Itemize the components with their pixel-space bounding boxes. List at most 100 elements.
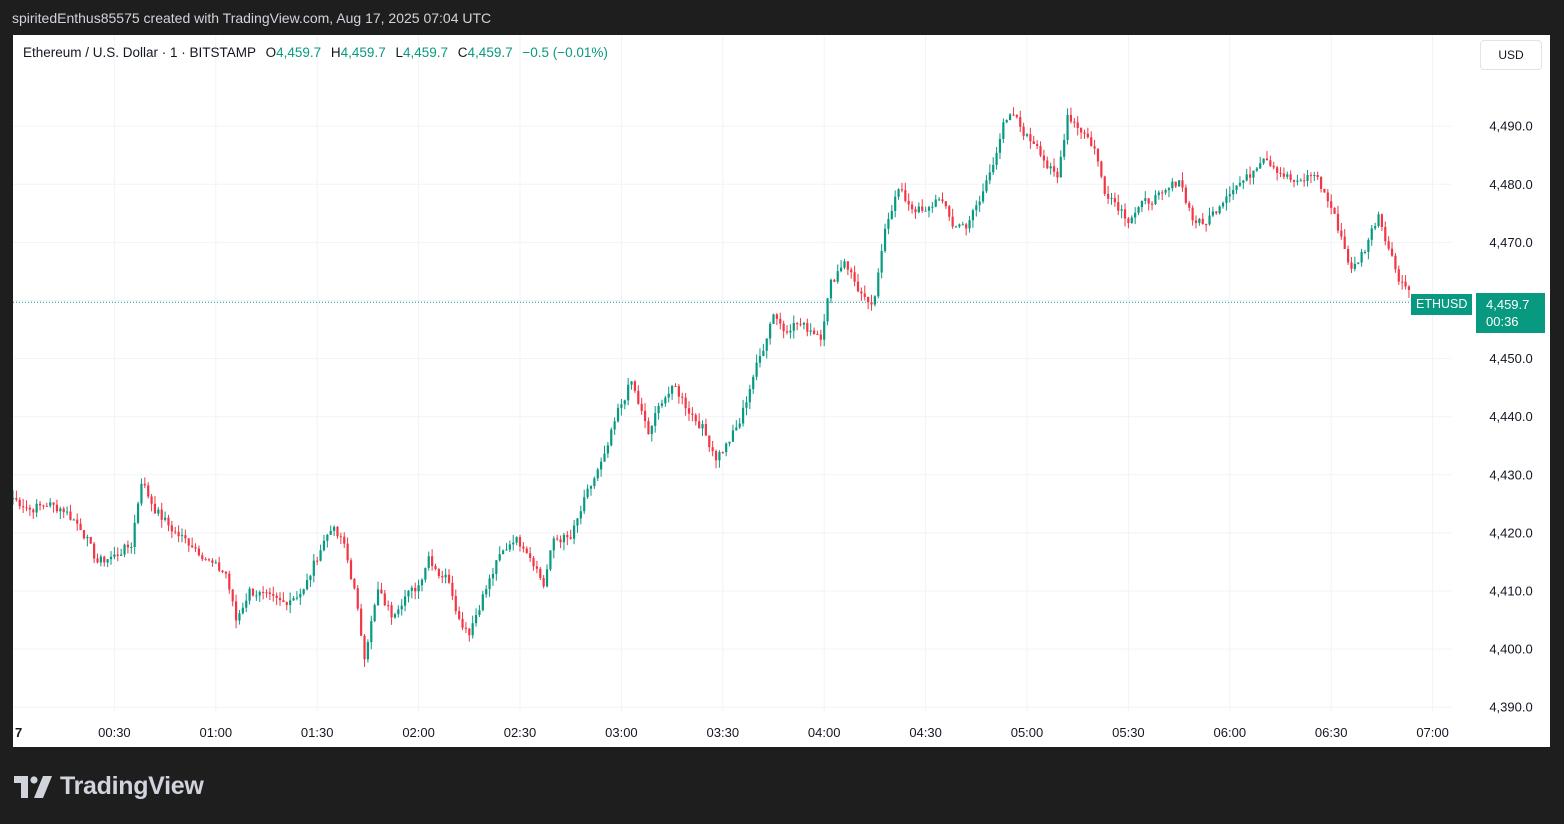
candle-body [491, 573, 495, 579]
last-price-value: 4,459.7 [1486, 297, 1530, 312]
candle-body [93, 543, 96, 559]
candle-body [1279, 172, 1282, 174]
tradingview-logo-icon [14, 775, 52, 798]
candle-body [1052, 166, 1056, 172]
candle-body [1245, 174, 1248, 181]
candle-body [1191, 207, 1194, 221]
candle-body [150, 496, 153, 504]
candle-body [353, 578, 356, 589]
candle-body [1039, 146, 1042, 156]
high-label: H [330, 45, 341, 60]
candlestick-chart[interactable]: 4,390.0 4,400.0 4,410.0 4,420.0 4,430.0 4,440… [13, 35, 1550, 747]
candle-body [620, 404, 623, 408]
candle-body [1276, 167, 1279, 173]
time-tick-label: 03:00 [605, 725, 638, 740]
candle-body [1056, 171, 1059, 178]
candle-body [363, 635, 366, 660]
symbol-name[interactable]: Ethereum / U.S. Dollar · 1 · BITSTAMP [23, 45, 256, 60]
candle-body [748, 389, 751, 403]
candle-body [349, 560, 353, 579]
candle-body [106, 559, 109, 563]
price-tick-label: 4,480.0 [1489, 177, 1532, 192]
candle-body [1397, 269, 1400, 282]
time-tick-label: 03:30 [707, 725, 740, 740]
candle-body [116, 554, 119, 556]
candle-body [218, 562, 221, 571]
candle-body [15, 498, 18, 500]
candle-body [616, 407, 620, 422]
candle-body [927, 207, 931, 211]
candle-body [1347, 248, 1350, 263]
candle-body [248, 588, 251, 601]
candle-body [1157, 192, 1160, 196]
candle-body [687, 408, 691, 414]
candle-body [1377, 214, 1380, 227]
candle-body [1286, 174, 1289, 177]
candle-layer [13, 107, 1411, 668]
candle-body [640, 403, 643, 411]
candle-body [25, 507, 28, 509]
candle-body [383, 593, 386, 606]
candle-body [28, 507, 31, 510]
candle-body [1140, 200, 1144, 208]
candle-body [326, 534, 329, 541]
candle-body [1374, 226, 1377, 229]
candle-body [464, 627, 468, 629]
price-tick-label: 4,410.0 [1489, 584, 1532, 599]
candle-body [833, 279, 836, 282]
candle-body [660, 403, 664, 406]
candle-body [414, 587, 417, 592]
candle-body [109, 556, 113, 560]
candle-body [1107, 193, 1110, 199]
candle-body [775, 314, 778, 319]
candle-body [49, 502, 52, 506]
candle-body [1384, 226, 1387, 242]
candle-body [1387, 241, 1390, 249]
candle-body [1036, 144, 1039, 147]
chart-frame[interactable]: 4,390.0 4,400.0 4,410.0 4,420.0 4,430.0 4,440… [13, 35, 1550, 747]
candle-body [370, 621, 373, 643]
price-tick-label: 4,420.0 [1489, 525, 1532, 540]
candle-body [113, 554, 116, 557]
candle-body [1238, 182, 1242, 186]
candle-body [143, 483, 146, 486]
candle-body [272, 594, 275, 596]
time-tick-label: 00:30 [98, 725, 131, 740]
candle-body [1404, 281, 1407, 287]
candle-body [755, 362, 758, 377]
candle-body [1063, 140, 1066, 157]
candle-body [228, 573, 231, 590]
candle-body [1248, 174, 1252, 178]
candle-body [1235, 185, 1238, 191]
candle-body [1218, 206, 1221, 214]
symbol-legend[interactable]: Ethereum / U.S. Dollar · 1 · BITSTAMP O4… [23, 45, 608, 60]
candle-body [579, 511, 582, 519]
price-tick-label: 4,400.0 [1489, 642, 1532, 657]
candle-body [1215, 211, 1218, 214]
candle-body [1316, 174, 1319, 178]
candle-body [1042, 155, 1045, 161]
candle-body [305, 580, 309, 590]
candle-body [427, 556, 430, 568]
candle-body [1188, 202, 1191, 208]
candle-body [59, 508, 62, 512]
candle-body [262, 592, 265, 594]
candle-body [1394, 255, 1397, 270]
candle-body [789, 330, 792, 333]
candle-body [498, 554, 501, 561]
candle-body [539, 568, 542, 579]
open-label: O [265, 45, 277, 60]
candle-body [1025, 134, 1029, 136]
candle-body [904, 190, 907, 201]
candle-body [299, 593, 302, 598]
candle-body [1272, 165, 1275, 168]
candle-body [265, 592, 268, 594]
candle-body [566, 535, 569, 538]
candle-body [633, 381, 637, 391]
candle-body [823, 321, 826, 340]
currency-button[interactable]: USD [1480, 40, 1542, 70]
close-label: C [457, 45, 468, 60]
candle-body [45, 505, 48, 507]
candle-body [82, 530, 86, 539]
tradingview-logo[interactable]: TradingView [14, 772, 204, 801]
